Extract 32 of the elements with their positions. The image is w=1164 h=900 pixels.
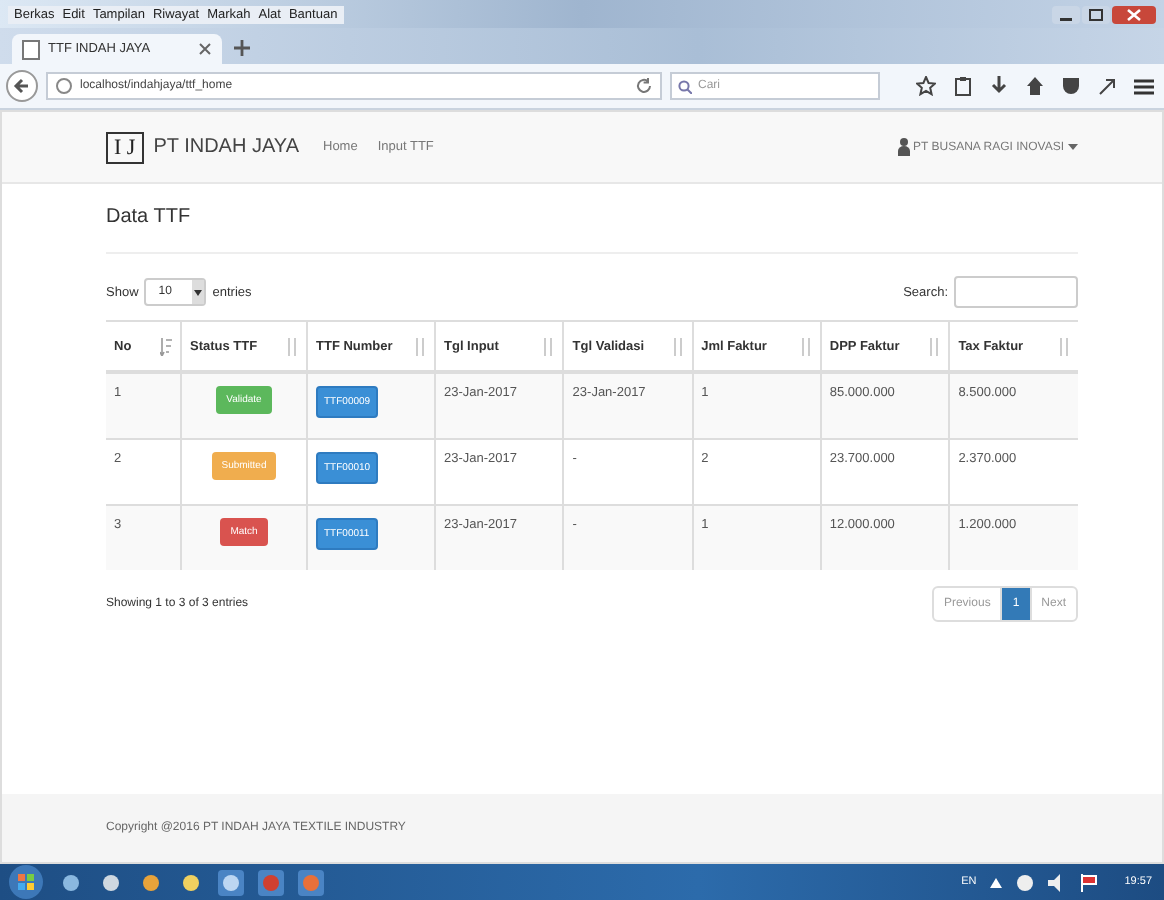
app-icon[interactable] [138, 869, 164, 895]
brand-link[interactable]: PT INDAH JAYA [153, 136, 299, 158]
close-icon[interactable] [198, 42, 212, 56]
caret-icon [194, 289, 203, 295]
page-title: Data TTF [106, 206, 193, 228]
caret-icon [1068, 144, 1078, 150]
arrow-icon[interactable] [1098, 76, 1116, 96]
flag-icon[interactable] [1080, 873, 1099, 891]
app-icon[interactable] [178, 869, 204, 895]
new-tab-icon[interactable] [234, 40, 250, 56]
app-icon[interactable] [58, 869, 84, 895]
reload-icon[interactable] [636, 78, 652, 94]
app-icon[interactable] [218, 869, 244, 895]
back-icon[interactable] [6, 70, 38, 102]
logo: I J [106, 131, 144, 163]
start-button[interactable] [8, 864, 44, 900]
minimize-icon[interactable] [1052, 5, 1080, 23]
tray-arrow-icon[interactable] [990, 877, 1003, 887]
shield-icon[interactable] [1062, 76, 1080, 96]
app-icon[interactable] [98, 869, 124, 895]
download-icon[interactable] [990, 76, 1008, 96]
page-icon [22, 39, 40, 59]
menu-icon[interactable] [1134, 77, 1154, 95]
clipboard-icon[interactable] [954, 76, 972, 96]
search-icon [678, 79, 692, 93]
home-icon[interactable] [1026, 76, 1044, 96]
star-icon[interactable] [916, 76, 936, 96]
maximize-icon[interactable] [1082, 5, 1110, 23]
user-icon [897, 138, 910, 156]
search-input[interactable] [954, 276, 1078, 308]
sort-ascending-icon[interactable] [160, 337, 172, 355]
close-icon[interactable] [1112, 5, 1156, 23]
